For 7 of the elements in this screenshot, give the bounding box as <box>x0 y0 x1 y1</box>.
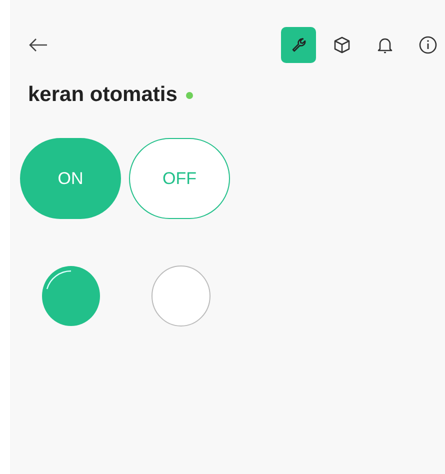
device-title: keran otomatis <box>28 83 178 107</box>
toolbar-button[interactable] <box>281 27 316 63</box>
switch-button[interactable]: OFF <box>129 138 230 219</box>
switch-button[interactable]: ON <box>20 138 121 219</box>
info-icon <box>418 35 438 55</box>
cube-icon <box>332 35 352 55</box>
back-arrow-icon[interactable] <box>28 37 48 53</box>
